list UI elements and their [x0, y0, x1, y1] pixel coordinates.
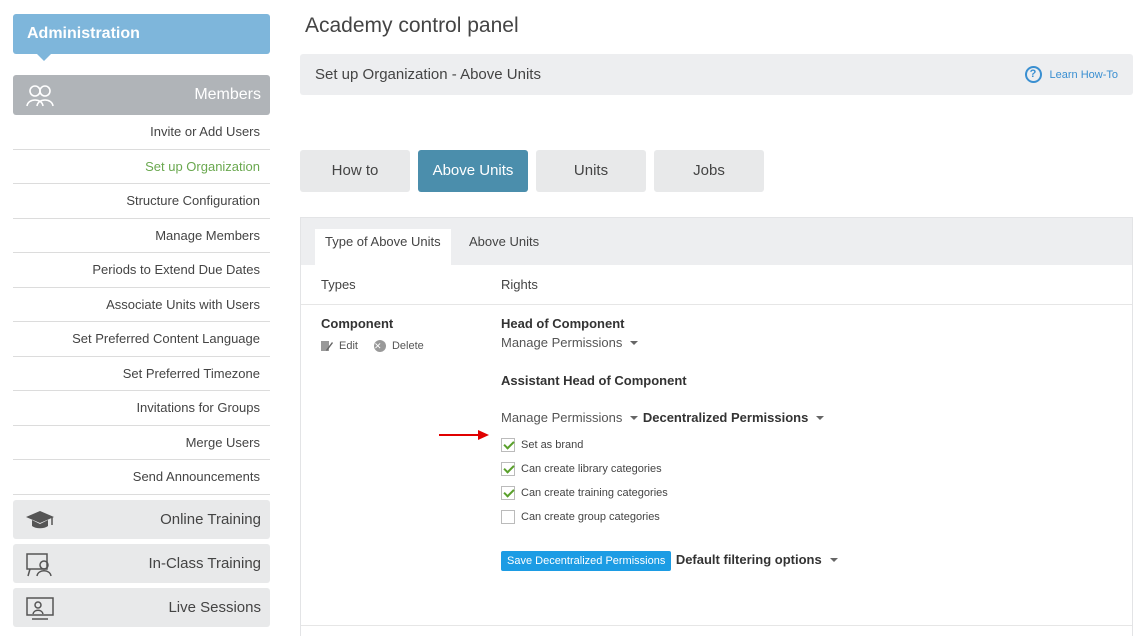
tab-units[interactable]: Units: [536, 150, 646, 192]
menu-item-timezone[interactable]: Set Preferred Timezone: [13, 357, 270, 391]
delete-icon: ✕: [373, 340, 386, 352]
subheader-bar: Set up Organization - Above Units ? Lear…: [300, 54, 1133, 95]
assistant-manage-permissions-dropdown[interactable]: Manage Permissions: [501, 410, 639, 425]
menu-item-manage-members[interactable]: Manage Members: [13, 219, 270, 253]
training-categories-checkbox[interactable]: [501, 486, 515, 500]
graduation-cap-icon: [26, 510, 54, 528]
classroom-icon: [26, 552, 52, 576]
members-label: Members: [194, 86, 261, 103]
live-session-icon: [26, 596, 54, 620]
caret-down-icon: [829, 557, 838, 562]
subheader-title: Set up Organization - Above Units: [315, 66, 541, 83]
edit-icon: [321, 341, 333, 351]
caret-down-icon: [630, 415, 639, 420]
menu-item-merge-users[interactable]: Merge Users: [13, 426, 270, 460]
subtab-type-of-above-units[interactable]: Type of Above Units: [315, 229, 451, 265]
members-menu: Invite or Add Users Set up Organization …: [13, 115, 270, 495]
decentralized-permissions-title: Decentralized Permissions: [642, 410, 809, 425]
tab-jobs[interactable]: Jobs: [654, 150, 764, 192]
learn-howto-label: Learn How-To: [1049, 68, 1118, 81]
head-manage-permissions-dropdown[interactable]: Manage Permissions: [501, 335, 639, 350]
checkbox-label: Can create training categories: [521, 487, 668, 499]
checkbox-row-set-as-brand: Set as brand: [501, 433, 1001, 457]
checkbox-label: Set as brand: [521, 439, 584, 451]
subtabs: Type of Above Units Above Units: [301, 218, 1132, 265]
members-icon: [26, 85, 54, 107]
page-title: Academy control panel: [305, 14, 519, 37]
checkbox-row-training-categories: Can create training categories: [501, 481, 1001, 505]
checkbox-label: Can create library categories: [521, 463, 662, 475]
delete-button[interactable]: ✕ Delete: [373, 340, 424, 352]
rights-section: Head of Component Manage Permissions Ass…: [501, 316, 1001, 571]
sidebar: Administration Members Invite or Add Use…: [13, 14, 270, 627]
section-live-sessions[interactable]: Live Sessions: [13, 587, 270, 627]
head-of-component-title: Head of Component: [501, 316, 625, 331]
menu-item-periods-due-dates[interactable]: Periods to Extend Due Dates: [13, 253, 270, 288]
section-in-class-training[interactable]: In-Class Training: [13, 543, 270, 583]
library-categories-checkbox[interactable]: [501, 462, 515, 476]
type-actions: Edit ✕ Delete: [321, 340, 424, 352]
delete-label: Delete: [391, 340, 424, 352]
edit-label: Edit: [339, 340, 358, 352]
section-label: Online Training: [160, 510, 261, 528]
group-categories-checkbox[interactable]: [501, 510, 515, 524]
default-filtering-title: Default filtering options: [675, 552, 822, 567]
checkbox-row-library-categories: Can create library categories: [501, 457, 1001, 481]
checkbox-row-group-categories: Can create group categories: [501, 505, 1001, 529]
help-icon: ?: [1024, 66, 1042, 83]
menu-item-invite-users[interactable]: Invite or Add Users: [13, 115, 270, 150]
learn-howto-link[interactable]: ? Learn How-To: [1024, 66, 1118, 83]
tab-how-to[interactable]: How to: [300, 150, 410, 192]
column-header-rights: Rights: [501, 277, 538, 292]
default-filtering-toggle[interactable]: Default filtering options: [676, 552, 838, 567]
edit-button[interactable]: Edit: [321, 340, 358, 352]
dropdown-label: Manage Permissions: [501, 410, 623, 425]
decentralized-checkbox-list: Set as brand Can create library categori…: [501, 433, 1001, 529]
menu-item-send-announcements[interactable]: Send Announcements: [13, 460, 270, 495]
subtab-above-units[interactable]: Above Units: [459, 229, 549, 265]
content-panel: Type of Above Units Above Units Types Ri…: [300, 217, 1133, 636]
set-as-brand-checkbox[interactable]: [501, 438, 515, 452]
section-online-training[interactable]: Online Training: [13, 499, 270, 539]
menu-item-structure-configuration[interactable]: Structure Configuration: [13, 184, 270, 219]
red-arrow-annotation: [439, 430, 489, 440]
decentralized-permissions-toggle[interactable]: Decentralized Permissions: [642, 410, 825, 425]
save-decentralized-permissions-button[interactable]: Save Decentralized Permissions: [501, 551, 672, 571]
assistant-head-title: Assistant Head of Component: [501, 373, 687, 388]
menu-item-associate-units[interactable]: Associate Units with Users: [13, 288, 270, 322]
caret-down-icon: [816, 415, 825, 420]
column-headers: Types Rights: [301, 265, 1132, 305]
tab-above-units[interactable]: Above Units: [418, 150, 528, 192]
menu-item-setup-organization[interactable]: Set up Organization: [13, 150, 270, 184]
column-header-types: Types: [321, 277, 356, 292]
divider: [301, 625, 1132, 626]
type-name: Component: [321, 316, 394, 331]
section-label: In-Class Training: [148, 554, 261, 572]
menu-item-content-language[interactable]: Set Preferred Content Language: [13, 322, 270, 357]
checkbox-label: Can create group categories: [521, 511, 660, 523]
section-label: Live Sessions: [168, 598, 261, 616]
members-header[interactable]: Members: [13, 75, 270, 115]
dropdown-label: Manage Permissions: [501, 335, 623, 350]
administration-header[interactable]: Administration: [13, 14, 270, 61]
main-tabs: How to Above Units Units Jobs: [300, 150, 764, 192]
menu-item-invitations-groups[interactable]: Invitations for Groups: [13, 391, 270, 426]
caret-down-icon: [630, 340, 639, 345]
